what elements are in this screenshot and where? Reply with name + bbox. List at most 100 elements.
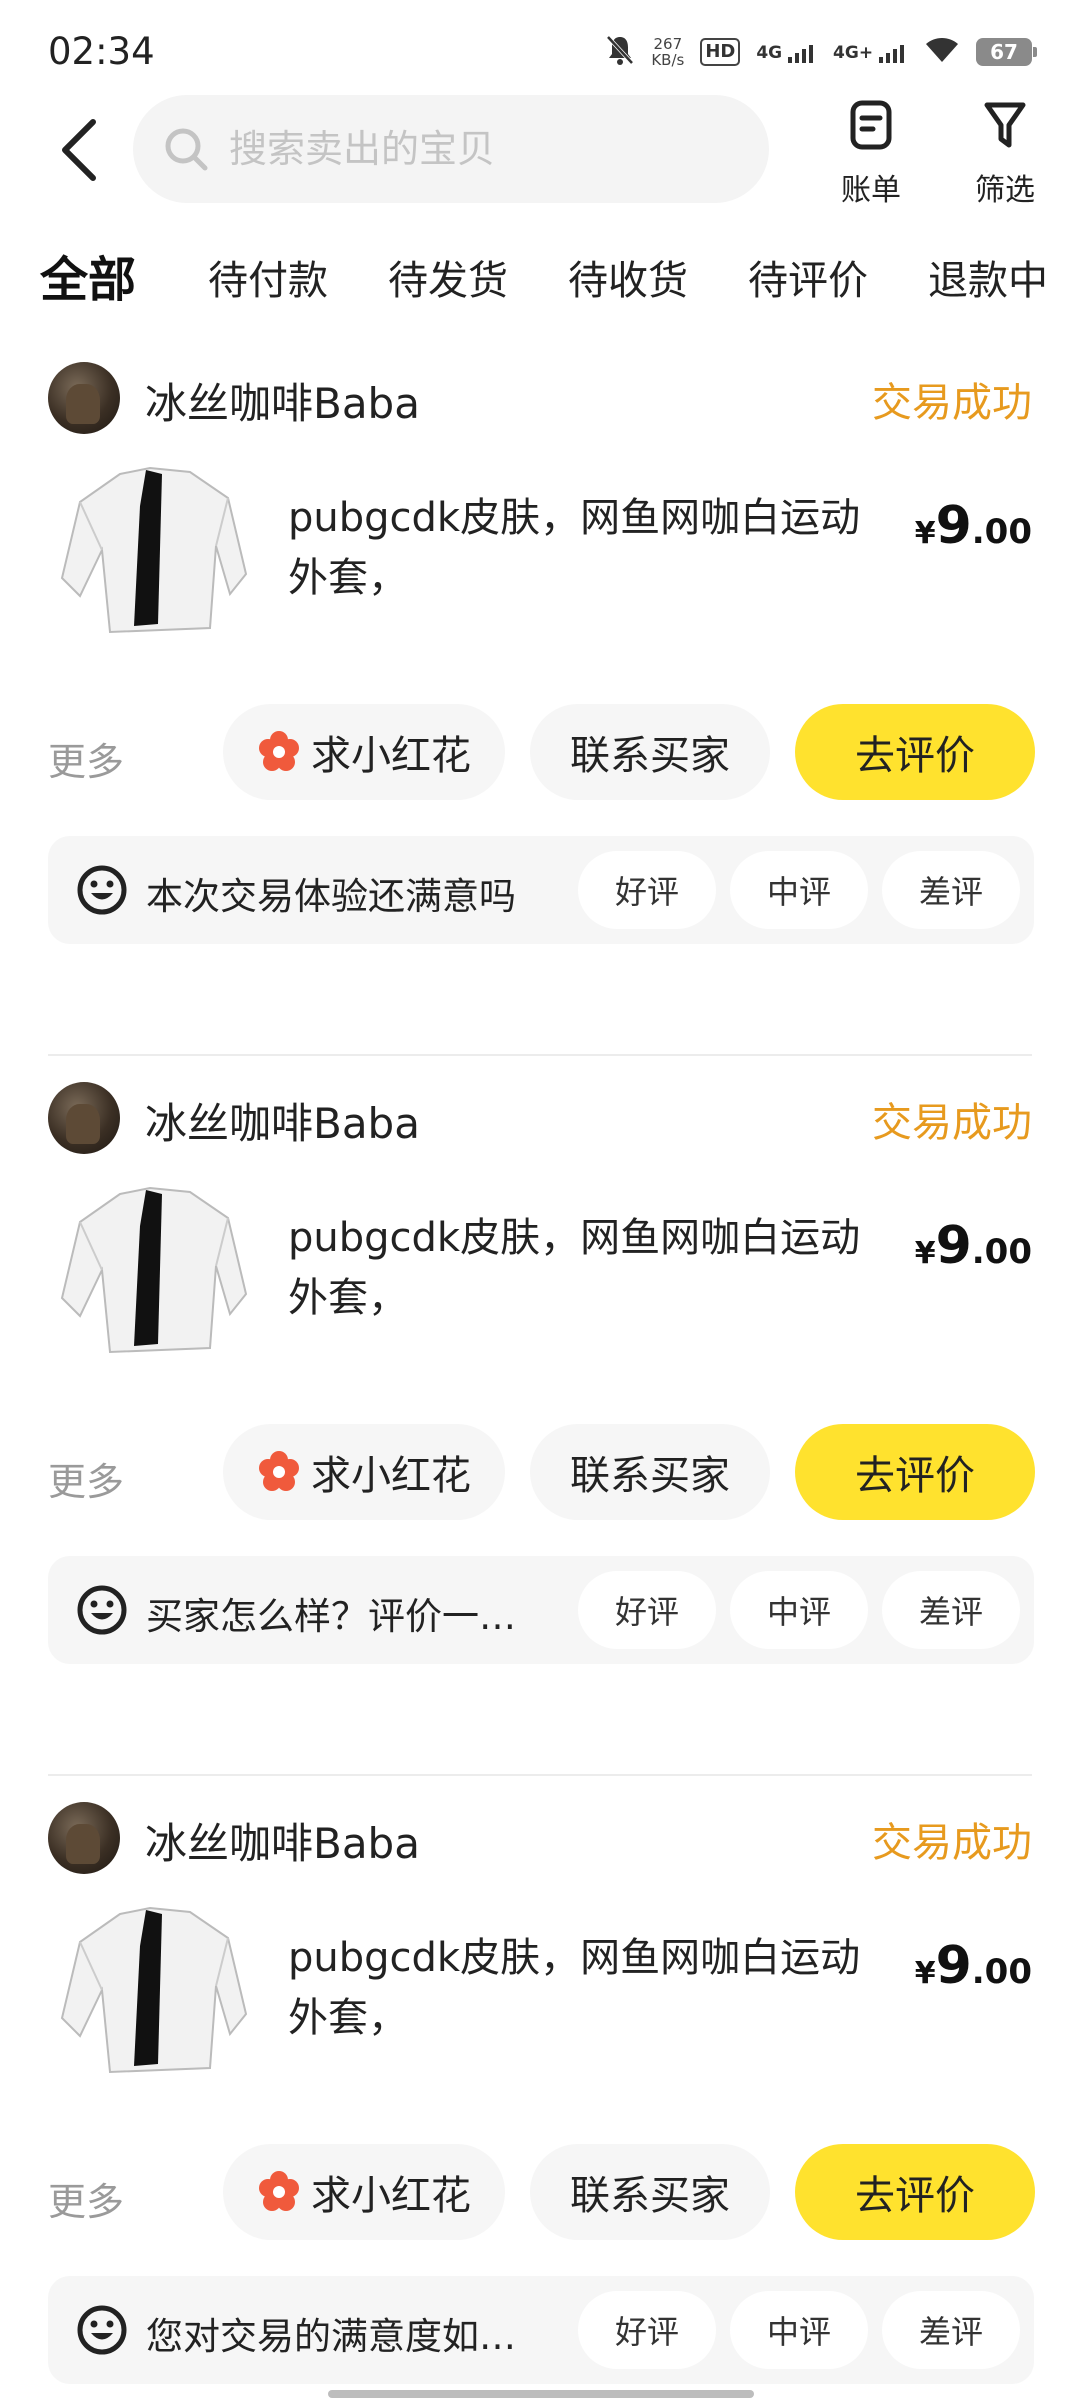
flower-label: 求小红花 bbox=[311, 2173, 471, 2219]
signal-bars-icon bbox=[788, 41, 814, 63]
bill-label: 账单 bbox=[841, 173, 901, 208]
price-integer: 9 bbox=[935, 1936, 972, 1996]
price-currency: ¥ bbox=[914, 1236, 936, 1271]
price-integer: 9 bbox=[935, 1216, 972, 1276]
product-title[interactable]: pubgcdk皮肤，网鱼网咖白运动外套， bbox=[288, 488, 888, 608]
order-status: 交易成功 bbox=[872, 1100, 1032, 1146]
neutral-review-button[interactable]: 中评 bbox=[730, 851, 868, 929]
tab-label: 全部 bbox=[40, 252, 137, 308]
feedback-bar: 买家怎么样？评价一… 好评 中评 差评 bbox=[48, 1556, 1034, 1664]
home-indicator[interactable] bbox=[328, 2390, 754, 2398]
feedback-prompt: 本次交易体验还满意吗 bbox=[146, 875, 516, 918]
product-image[interactable] bbox=[50, 1886, 260, 2101]
avatar[interactable] bbox=[48, 362, 120, 434]
bill-icon bbox=[850, 100, 892, 150]
tab-pending-receipt[interactable]: 待收货 bbox=[568, 248, 688, 306]
more-button[interactable]: 更多 bbox=[48, 1451, 124, 1506]
status-icons: 267 KB/s HD 4G 4G+ 67 bbox=[605, 34, 1037, 70]
neutral-review-button[interactable]: 中评 bbox=[730, 1571, 868, 1649]
good-review-button[interactable]: 好评 bbox=[578, 851, 716, 929]
bad-review-button[interactable]: 差评 bbox=[882, 851, 1020, 929]
good-review-button[interactable]: 好评 bbox=[578, 1571, 716, 1649]
review-button[interactable]: 去评价 bbox=[795, 2144, 1035, 2240]
back-arrow-icon bbox=[62, 119, 96, 181]
review-button[interactable]: 去评价 bbox=[795, 1424, 1035, 1520]
order-status: 交易成功 bbox=[872, 1820, 1032, 1866]
search-bar[interactable] bbox=[133, 95, 769, 203]
tab-pending-payment[interactable]: 待付款 bbox=[208, 248, 328, 306]
order-status: 交易成功 bbox=[872, 380, 1032, 426]
tab-pending-review[interactable]: 待评价 bbox=[748, 248, 868, 306]
avatar[interactable] bbox=[48, 1082, 120, 1154]
seller-name[interactable]: 冰丝咖啡Baba bbox=[145, 370, 420, 431]
order-card: 冰丝咖啡Baba 交易成功 pubgcdk皮肤，网鱼网咖白运动外套， ¥9.00… bbox=[0, 1776, 1080, 2400]
seller-name[interactable]: 冰丝咖啡Baba bbox=[145, 1090, 420, 1151]
product-image[interactable] bbox=[50, 446, 260, 661]
feedback-prompt: 买家怎么样？评价一… bbox=[146, 1595, 516, 1638]
more-button[interactable]: 更多 bbox=[48, 731, 124, 786]
flower-icon bbox=[259, 1451, 299, 1491]
flower-icon bbox=[259, 2171, 299, 2211]
bad-review-button[interactable]: 差评 bbox=[882, 1571, 1020, 1649]
filter-icon bbox=[984, 102, 1026, 148]
price-decimal: .00 bbox=[971, 512, 1032, 552]
product-image[interactable] bbox=[50, 1166, 260, 1381]
sim2-signal: 4G+ bbox=[833, 41, 908, 63]
request-flower-button[interactable]: 求小红花 bbox=[223, 2144, 505, 2240]
status-bar: 02:34 267 KB/s HD 4G 4G+ 67 bbox=[0, 0, 1080, 100]
tab-refunding[interactable]: 退款中 bbox=[928, 248, 1048, 306]
search-input[interactable] bbox=[229, 127, 749, 171]
hd-badge: HD bbox=[700, 38, 741, 66]
jacket-image bbox=[60, 466, 248, 634]
sim1-signal: 4G bbox=[756, 41, 817, 63]
feedback-prompt: 您对交易的满意度如… bbox=[146, 2315, 516, 2358]
contact-buyer-button[interactable]: 联系买家 bbox=[530, 2144, 770, 2240]
flower-label: 求小红花 bbox=[311, 733, 471, 779]
more-button[interactable]: 更多 bbox=[48, 2171, 124, 2226]
contact-buyer-button[interactable]: 联系买家 bbox=[530, 704, 770, 800]
price-decimal: .00 bbox=[971, 1232, 1032, 1272]
header: 账单 筛选 bbox=[0, 95, 1080, 215]
net-speed-unit: KB/s bbox=[651, 51, 685, 69]
good-review-button[interactable]: 好评 bbox=[578, 2291, 716, 2369]
net-speed: 267 KB/s bbox=[651, 36, 684, 68]
review-button[interactable]: 去评价 bbox=[795, 704, 1035, 800]
feedback-bar: 您对交易的满意度如… 好评 中评 差评 bbox=[48, 2276, 1034, 2384]
order-card: 冰丝咖啡Baba 交易成功 pubgcdk皮肤，网鱼网咖白运动外套， ¥9.00… bbox=[0, 1056, 1080, 1776]
tab-pending-shipment[interactable]: 待发货 bbox=[388, 248, 508, 306]
contact-buyer-button[interactable]: 联系买家 bbox=[530, 1424, 770, 1520]
product-title[interactable]: pubgcdk皮肤，网鱼网咖白运动外套， bbox=[288, 1208, 888, 1328]
product-title[interactable]: pubgcdk皮肤，网鱼网咖白运动外套， bbox=[288, 1928, 888, 2048]
filter-button[interactable]: 筛选 bbox=[950, 99, 1060, 209]
flower-label: 求小红花 bbox=[311, 1453, 471, 1499]
price-integer: 9 bbox=[935, 496, 972, 556]
smile-face-icon bbox=[77, 1585, 127, 1635]
wifi-icon bbox=[924, 36, 960, 68]
request-flower-button[interactable]: 求小红花 bbox=[223, 704, 505, 800]
avatar[interactable] bbox=[48, 1802, 120, 1874]
tab-all[interactable]: 全部 bbox=[40, 240, 137, 310]
filter-label: 筛选 bbox=[975, 173, 1035, 208]
product-price: ¥9.00 bbox=[915, 1216, 1032, 1276]
request-flower-button[interactable]: 求小红花 bbox=[223, 1424, 505, 1520]
order-tabs: 全部 待付款 待发货 待收货 待评价 退款中 bbox=[0, 240, 1080, 320]
feedback-bar: 本次交易体验还满意吗 好评 中评 差评 bbox=[48, 836, 1034, 944]
price-decimal: .00 bbox=[971, 1952, 1032, 1992]
seller-name[interactable]: 冰丝咖啡Baba bbox=[145, 1810, 420, 1871]
jacket-image bbox=[60, 1186, 248, 1354]
back-button[interactable] bbox=[44, 115, 114, 185]
sim1-label: 4G bbox=[756, 43, 783, 63]
bill-button[interactable]: 账单 bbox=[816, 99, 926, 209]
smile-face-icon bbox=[77, 2305, 127, 2355]
product-price: ¥9.00 bbox=[915, 1936, 1032, 1996]
mute-bell-icon bbox=[605, 34, 635, 70]
smile-face-icon bbox=[77, 865, 127, 915]
price-currency: ¥ bbox=[914, 516, 936, 551]
jacket-image bbox=[60, 1906, 248, 2074]
neutral-review-button[interactable]: 中评 bbox=[730, 2291, 868, 2369]
sim2-label: 4G+ bbox=[833, 43, 874, 63]
signal-bars-icon bbox=[879, 41, 904, 63]
status-time: 02:34 bbox=[48, 30, 155, 73]
battery-icon: 67 bbox=[976, 38, 1037, 66]
bad-review-button[interactable]: 差评 bbox=[882, 2291, 1020, 2369]
